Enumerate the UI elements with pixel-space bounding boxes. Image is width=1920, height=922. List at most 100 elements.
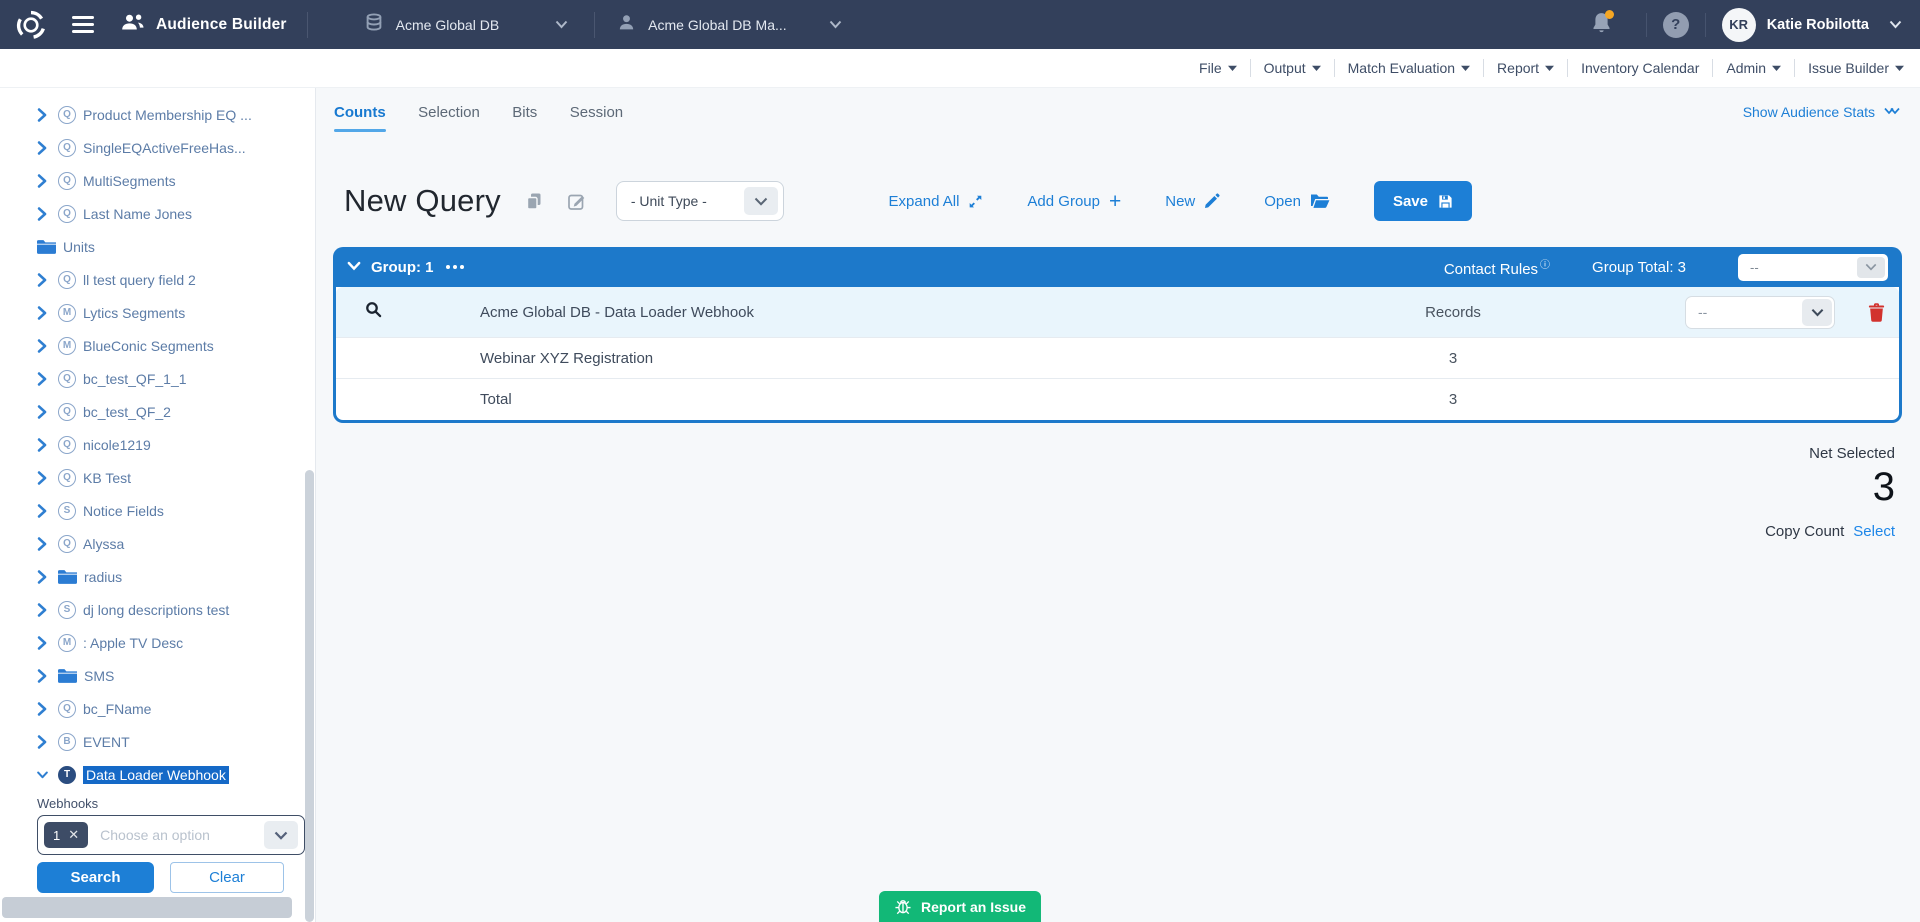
app-switcher[interactable]: Audience Builder <box>120 13 287 37</box>
tree-item-singleeqactivefreehas[interactable]: QSingleEQActiveFreeHas... <box>0 131 315 164</box>
tree-item-dj-long-descriptions-test[interactable]: Sdj long descriptions test <box>0 593 315 626</box>
chevron-down-icon[interactable] <box>264 821 298 849</box>
copy-icon[interactable] <box>525 192 543 211</box>
group-rollup-select[interactable]: -- <box>1738 254 1888 281</box>
chevron-right-icon[interactable] <box>37 471 48 485</box>
chevron-right-icon[interactable] <box>37 702 48 716</box>
app-logo-icon[interactable] <box>14 8 48 42</box>
menu-item-match-evaluation[interactable]: Match Evaluation <box>1348 60 1470 76</box>
menu-item-issue-builder[interactable]: Issue Builder <box>1808 60 1904 76</box>
tree-item-event[interactable]: BEVENT <box>0 725 315 758</box>
chevron-right-icon[interactable] <box>37 207 48 221</box>
menu-item-inventory-calendar[interactable]: Inventory Calendar <box>1581 60 1699 76</box>
tree-item-apple-tv-desc[interactable]: M: Apple TV Desc <box>0 626 315 659</box>
chevron-down-icon <box>1802 299 1832 326</box>
chevron-right-icon[interactable] <box>37 636 48 650</box>
database-selector[interactable]: Acme Global DB <box>364 12 568 38</box>
show-audience-stats-link[interactable]: Show Audience Stats <box>1743 104 1900 120</box>
tree-item-ll-test-query-field-2[interactable]: Qll test query field 2 <box>0 263 315 296</box>
search-icon[interactable] <box>365 301 382 323</box>
chevron-right-icon[interactable] <box>37 108 48 122</box>
tree-item-blueconic-segments[interactable]: MBlueConic Segments <box>0 329 315 362</box>
help-icon[interactable]: ? <box>1663 12 1689 38</box>
chevron-right-icon[interactable] <box>37 339 48 353</box>
tree-item-label: Units <box>63 239 95 255</box>
new-query-link[interactable]: New <box>1165 193 1220 210</box>
hamburger-menu-icon[interactable] <box>72 12 94 37</box>
bug-icon <box>894 898 912 915</box>
chevron-down-icon[interactable] <box>37 770 48 780</box>
menu-item-output[interactable]: Output <box>1264 60 1321 76</box>
chevron-right-icon[interactable] <box>37 603 48 617</box>
tree-item-data-loader-webhook[interactable]: TData Loader Webhook <box>0 758 315 791</box>
tab-session[interactable]: Session <box>570 104 623 121</box>
tree-item-bc-fname[interactable]: Qbc_FName <box>0 692 315 725</box>
remove-chip-icon[interactable]: ✕ <box>68 827 79 843</box>
tab-selection[interactable]: Selection <box>418 104 480 121</box>
tree-item-product-membership-eq[interactable]: QProduct Membership EQ ... <box>0 98 315 131</box>
group-menu-icon[interactable] <box>446 265 464 269</box>
tree-item-label: nicole1219 <box>83 437 151 453</box>
tree-item-lytics-segments[interactable]: MLytics Segments <box>0 296 315 329</box>
vertical-scrollbar-thumb[interactable] <box>305 470 314 922</box>
webhooks-select[interactable]: 1 ✕ Choose an option <box>37 815 305 855</box>
clear-button[interactable]: Clear <box>170 862 284 893</box>
chevron-down-icon <box>555 16 568 34</box>
menu-divider <box>1483 59 1484 77</box>
selected-option-chip[interactable]: 1 ✕ <box>44 822 88 848</box>
audience-selector[interactable]: Acme Global DB Ma... <box>617 13 842 37</box>
save-button[interactable]: Save <box>1374 181 1472 221</box>
tree-item-bc-test-qf-2[interactable]: Qbc_test_QF_2 <box>0 395 315 428</box>
row-operator-select[interactable]: -- <box>1685 296 1835 329</box>
chevron-right-icon[interactable] <box>37 735 48 749</box>
contact-rules-link[interactable]: Contact Rulesⓘ <box>1444 256 1550 278</box>
chevron-right-icon[interactable] <box>37 570 48 584</box>
tab-counts[interactable]: Counts <box>334 104 386 132</box>
horizontal-scrollbar-thumb[interactable] <box>2 897 292 918</box>
chevron-right-icon[interactable] <box>37 273 48 287</box>
type-Q-icon: Q <box>58 469 76 487</box>
menu-item-file[interactable]: File <box>1199 60 1237 76</box>
search-button[interactable]: Search <box>37 862 154 893</box>
tree-item-alyssa[interactable]: QAlyssa <box>0 527 315 560</box>
collapse-group-icon[interactable] <box>347 258 361 276</box>
tree-item-kb-test[interactable]: QKB Test <box>0 461 315 494</box>
chevron-right-icon[interactable] <box>37 405 48 419</box>
tree-item-multisegments[interactable]: QMultiSegments <box>0 164 315 197</box>
tree-item-sms[interactable]: SMS <box>0 659 315 692</box>
chevron-right-icon[interactable] <box>37 669 48 683</box>
open-query-link[interactable]: Open <box>1264 193 1330 210</box>
chevron-right-icon[interactable] <box>37 141 48 155</box>
caret-down-icon <box>1895 65 1904 71</box>
chevron-right-icon[interactable] <box>37 438 48 452</box>
delete-row-icon[interactable] <box>1853 303 1899 322</box>
report-an-issue-button[interactable]: Report an Issue <box>879 891 1041 922</box>
tab-bits[interactable]: Bits <box>512 104 537 121</box>
tree-item-last-name-jones[interactable]: QLast Name Jones <box>0 197 315 230</box>
chevron-right-icon[interactable] <box>37 504 48 518</box>
copy-count-select-link[interactable]: Select <box>1853 523 1895 540</box>
menu-item-admin[interactable]: Admin <box>1726 60 1781 76</box>
tree-item-bc-test-qf-1-1[interactable]: Qbc_test_QF_1_1 <box>0 362 315 395</box>
chevron-right-icon[interactable] <box>37 174 48 188</box>
user-avatar[interactable]: KR <box>1722 8 1756 42</box>
webhooks-label: Webhooks <box>37 796 315 811</box>
tree-item-notice-fields[interactable]: SNotice Fields <box>0 494 315 527</box>
tree-item-nicole1219[interactable]: Qnicole1219 <box>0 428 315 461</box>
notifications-bell-icon[interactable] <box>1591 11 1612 39</box>
chevron-down-icon[interactable] <box>1889 16 1902 34</box>
add-group-link[interactable]: Add Group + <box>1027 191 1121 212</box>
chevron-right-icon[interactable] <box>37 372 48 386</box>
tree-item-units[interactable]: Units <box>0 230 315 263</box>
tree-item-label: MultiSegments <box>83 173 176 189</box>
unit-type-select[interactable]: - Unit Type - <box>616 181 784 221</box>
query-field-row[interactable]: Acme Global DB - Data Loader Webhook Rec… <box>336 287 1899 337</box>
chevron-right-icon[interactable] <box>37 537 48 551</box>
edit-icon[interactable] <box>567 192 586 211</box>
menu-item-report[interactable]: Report <box>1497 60 1554 76</box>
type-Q-icon: Q <box>58 700 76 718</box>
tree-item-radius[interactable]: radius <box>0 560 315 593</box>
expand-all-link[interactable]: Expand All <box>889 193 984 210</box>
chevron-right-icon[interactable] <box>37 306 48 320</box>
person-icon <box>617 13 636 37</box>
